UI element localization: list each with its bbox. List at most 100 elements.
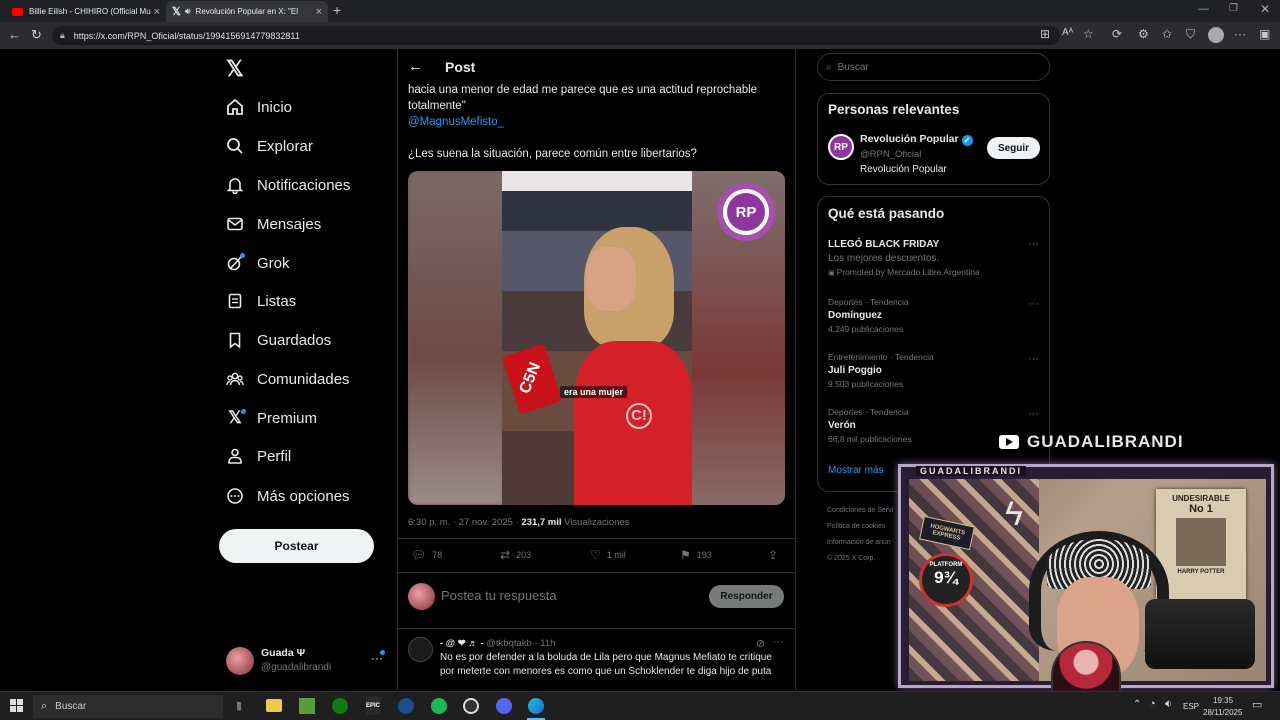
search-input[interactable]: Buscar <box>838 62 869 73</box>
profile-avatar[interactable] <box>1208 27 1224 43</box>
more-dots-icon[interactable]: ··· <box>1028 408 1039 420</box>
obs-icon[interactable] <box>463 698 479 714</box>
sidebar-item-mas-opciones[interactable]: Más opciones <box>226 483 350 509</box>
tray-chevron-icon[interactable]: ⌃ <box>1133 699 1141 710</box>
footer-link[interactable]: Condiciones de Servi <box>827 503 893 519</box>
minecraft-icon[interactable] <box>299 698 315 714</box>
post-text-line: hacia una menor de edad me parece que es… <box>408 84 758 96</box>
reload-button[interactable]: ↻ <box>31 27 42 43</box>
trend-item[interactable]: LLEGÓ BLACK FRIDAY Los mejores descuento… <box>828 239 1043 284</box>
sidebar-item-notificaciones[interactable]: Notificaciones <box>226 172 350 198</box>
trend-item[interactable]: Deportes · Tendencia Domínguez 4.249 pub… <box>828 297 1043 334</box>
windows-start-icon[interactable] <box>10 699 23 712</box>
close-window-button[interactable]: ✕ <box>1260 2 1270 16</box>
volume-icon[interactable]: 🔉︎ <box>1165 698 1172 711</box>
bookmark-action[interactable]: ⚑ 193 <box>680 548 712 562</box>
close-tab-icon[interactable]: × <box>154 6 160 18</box>
post-button[interactable]: Postear <box>219 529 374 563</box>
sidebar-item-label: Premium <box>257 409 318 427</box>
back-button[interactable]: ← <box>8 27 21 42</box>
address-bar[interactable]: 🔒︎ https://x.com/RPN_Oficial/status/1994… <box>52 26 1060 45</box>
shield-icon[interactable]: ⛉ <box>1186 27 1195 42</box>
more-dots-icon[interactable]: ··· <box>1028 353 1039 365</box>
sidebar-item-premium[interactable]: 𝕏 Premium <box>226 405 317 431</box>
task-view-icon[interactable]: ▮ <box>236 699 242 712</box>
avatar-text: RP <box>834 141 848 153</box>
steam-icon[interactable] <box>398 698 414 714</box>
taskbar-search[interactable]: ⌕ Buscar <box>33 695 223 718</box>
sidebar-item-grok[interactable]: Grok <box>226 250 290 276</box>
mention-link[interactable]: @MagnusMefisto_ <box>408 114 504 130</box>
x-logo-icon[interactable]: 𝕏 <box>226 56 244 82</box>
post-video[interactable]: C! C5N era una mujer RP <box>408 171 785 505</box>
trend-meta: Deportes · Tendencia <box>828 407 909 417</box>
trend-item[interactable]: Entretenimiento · Tendencia Juli Poggio … <box>828 352 1043 389</box>
footer-link[interactable]: Información de anun <box>827 535 893 551</box>
new-tab-button[interactable]: + <box>333 2 341 18</box>
notification-dot <box>241 409 246 414</box>
discord-icon[interactable] <box>496 698 512 714</box>
language-indicator[interactable]: ESP <box>1183 702 1199 711</box>
settings-menu-icon[interactable]: ··· <box>1234 27 1246 41</box>
maximize-button[interactable]: ❐ <box>1229 3 1238 14</box>
search-box[interactable]: ⌕ Buscar <box>817 53 1050 81</box>
sidebar-item-guardados[interactable]: Guardados <box>226 327 331 353</box>
spotify-icon[interactable] <box>431 698 447 714</box>
post-question: ¿Les suena la situación, parece común en… <box>408 148 697 160</box>
tab-x-post[interactable]: 𝕏 🔊︎ Revolución Popular en X: "El × <box>166 1 328 22</box>
favorites-icon[interactable]: ✩ <box>1162 27 1172 41</box>
post-time[interactable]: 6:30 p. m. · 27 nov. 2025 · <box>408 517 521 528</box>
edge-icon[interactable] <box>528 698 544 714</box>
back-arrow-icon[interactable]: ← <box>408 58 423 75</box>
reply-action[interactable]: 💬︎ 78 <box>411 548 442 562</box>
sidebar-toggle-icon[interactable]: ▣ <box>1259 27 1270 41</box>
site-info-icon[interactable]: 🔒︎ <box>60 30 65 41</box>
repost-icon: ⇄ <box>500 548 511 562</box>
reply-input[interactable]: Postea tu respuesta <box>441 588 557 603</box>
follow-button[interactable]: Seguir <box>987 137 1040 159</box>
xbox-icon[interactable] <box>332 698 348 714</box>
reply-button[interactable]: Responder <box>709 585 784 608</box>
reply-name[interactable]: - @ ❤ ♬ - <box>440 638 484 649</box>
browser-tab-bar: Billie Eilish - CHIHIRO (Official Mu × 𝕏… <box>0 0 1280 22</box>
more-dots-icon[interactable]: ··· <box>773 636 784 648</box>
taskbar-time[interactable]: 19:35 <box>1213 696 1233 705</box>
sidebar-item-listas[interactable]: Listas <box>226 288 296 314</box>
show-more-link[interactable]: Mostrar más <box>828 465 884 476</box>
more-dots-icon[interactable]: ··· <box>1028 298 1039 310</box>
speaker-icon[interactable]: 🔊︎ <box>185 6 191 17</box>
more-dots-icon[interactable]: ··· <box>1028 238 1039 250</box>
avatar[interactable] <box>408 637 433 662</box>
bookmarks-count: 193 <box>696 550 712 560</box>
sidebar-item-explorar[interactable]: Explorar <box>226 133 313 159</box>
sidebar-item-perfil[interactable]: Perfil <box>226 443 291 469</box>
extensions-icon[interactable]: ⚙ <box>1138 27 1149 41</box>
repost-action[interactable]: ⇄ 203 <box>500 548 531 562</box>
shirt-logo: C! <box>626 403 652 429</box>
profile-name[interactable]: Revolución Popular ✓ <box>860 133 973 146</box>
grok-icon[interactable]: ⊘ <box>756 637 765 650</box>
app-available-icon[interactable]: ⊞ <box>1040 27 1050 41</box>
sidebar-item-inicio[interactable]: Inicio <box>226 94 292 120</box>
share-action[interactable]: ⇪ <box>768 548 784 562</box>
refresh-icon[interactable]: ⟳ <box>1112 27 1122 41</box>
taskbar-search-input[interactable]: Buscar <box>55 701 86 712</box>
like-action[interactable]: ♡ 1 mil <box>590 548 626 562</box>
reply-time[interactable]: · 11h <box>534 638 555 649</box>
taskbar-date[interactable]: 28/11/2025 <box>1203 708 1242 717</box>
file-explorer-icon[interactable] <box>266 699 282 712</box>
account-switcher[interactable]: Guada Ψ @guadalibrandi ··· <box>226 645 386 677</box>
sidebar-item-mensajes[interactable]: Mensajes <box>226 211 321 237</box>
read-aloud-icon[interactable]: Aᴬ <box>1062 27 1073 38</box>
tab-youtube[interactable]: Billie Eilish - CHIHIRO (Official Mu × <box>6 1 166 22</box>
favorite-star-icon[interactable]: ☆ <box>1083 27 1094 41</box>
footer-link[interactable]: Política de cookies <box>827 519 893 535</box>
sidebar-item-label: Inicio <box>257 98 293 116</box>
notifications-icon[interactable]: ▭ <box>1252 698 1262 711</box>
close-tab-icon[interactable]: × <box>316 6 322 18</box>
epic-games-icon[interactable]: EPIC <box>366 697 380 715</box>
avatar[interactable]: RP <box>828 134 854 160</box>
sidebar-item-comunidades[interactable]: Comunidades <box>226 366 350 392</box>
wifi-icon[interactable]: ◔ <box>1149 698 1156 710</box>
minimize-button[interactable]: — <box>1198 3 1209 15</box>
